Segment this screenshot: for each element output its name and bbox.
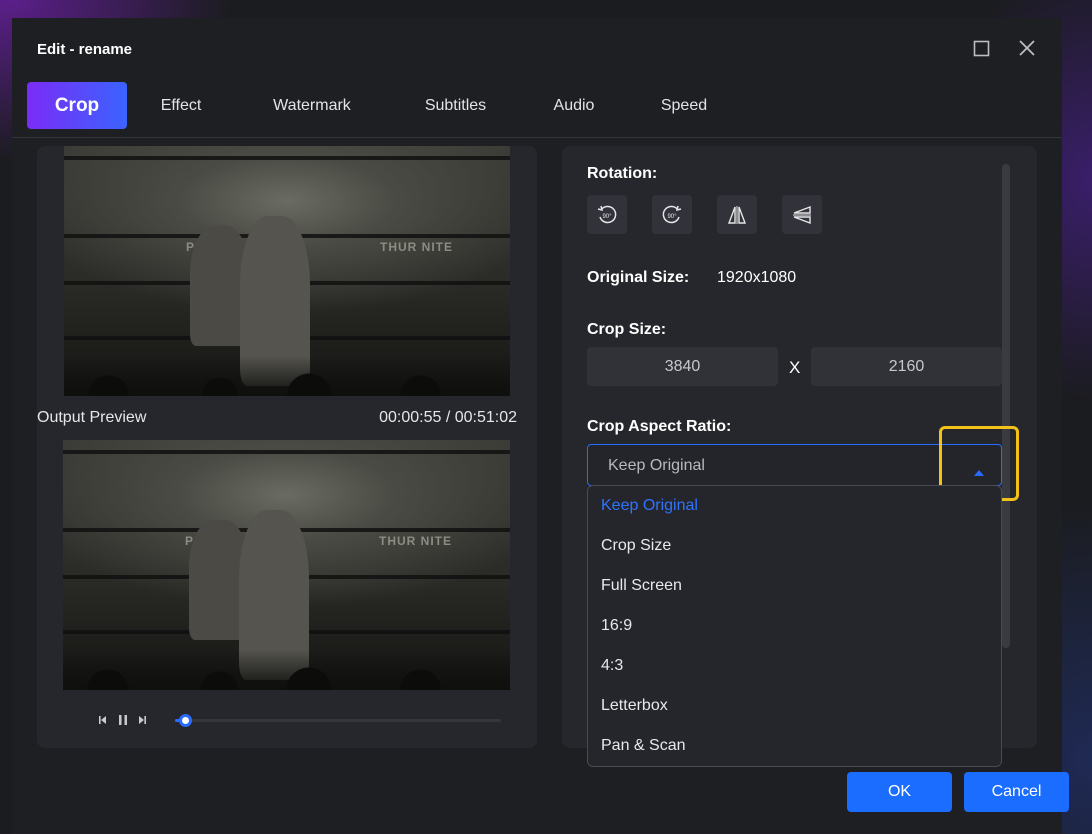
caret-up-icon[interactable] [974,463,984,481]
preview-panel: PRO THUR NITE PRO THUR NITE [37,146,537,748]
flip-horizontal-button[interactable] [717,195,757,234]
pause-icon[interactable] [117,713,129,731]
rotate-right-90-button[interactable]: 90° [652,195,692,234]
option-pan-scan[interactable]: Pan & Scan [588,726,1001,766]
option-crop-size[interactable]: Crop Size [588,526,1001,566]
original-size-label: Original Size: [587,269,690,286]
tab-speed[interactable]: Speed [649,82,719,129]
banner-text-right: THUR NITE [379,534,452,548]
banner-text-right: THUR NITE [380,240,453,254]
rotate-left-90-button[interactable]: 90° [587,195,627,234]
crop-width-input[interactable] [587,347,778,386]
settings-scrollbar[interactable] [1002,164,1010,648]
rotate-left-90-icon: 90° [597,205,617,224]
progress-thumb[interactable] [178,714,192,727]
tab-divider [12,137,1062,138]
option-4-3[interactable]: 4:3 [588,646,1001,686]
tab-watermark[interactable]: Watermark [258,82,366,129]
rotate-right-90-text: 90° [667,214,677,220]
crop-size-label: Crop Size: [587,321,667,338]
original-size-value: 1920x1080 [717,269,797,286]
progress-track[interactable] [175,714,501,727]
option-keep-original[interactable]: Keep Original [588,486,1001,526]
flip-horizontal-icon [727,206,747,224]
aspect-ratio-selected-value: Keep Original [608,457,705,474]
tab-crop[interactable]: Crop [27,82,127,129]
player-controls [37,700,537,740]
source-video[interactable]: PRO THUR NITE [64,146,510,396]
option-full-screen[interactable]: Full Screen [588,566,1001,606]
tab-bar: Crop Effect Watermark Subtitles Audio Sp… [0,82,1092,130]
flip-vertical-icon [793,205,811,225]
output-preview-label: Output Preview [37,409,147,426]
rotate-left-90-text: 90° [602,214,612,220]
dialog-title: Edit - rename [37,41,133,58]
crop-size-separator: X [789,358,801,377]
rotate-right-90-icon: 90° [662,205,682,224]
ok-button[interactable]: OK [847,772,952,812]
aspect-ratio-select[interactable]: Keep Original [587,444,1002,486]
option-16-9[interactable]: 16:9 [588,606,1001,646]
option-letterbox[interactable]: Letterbox [588,686,1001,726]
maximize-icon[interactable] [970,36,994,60]
aspect-ratio-dropdown: Keep Original Crop Size Full Screen 16:9… [587,485,1002,767]
tab-audio[interactable]: Audio [541,82,607,129]
close-icon[interactable] [1015,36,1039,60]
next-frame-icon[interactable] [137,713,147,731]
rotation-label: Rotation: [587,165,658,182]
output-video[interactable]: PRO THUR NITE [63,440,510,690]
flip-vertical-button[interactable] [782,195,822,234]
crop-aspect-ratio-label: Crop Aspect Ratio: [587,418,732,435]
previous-frame-icon[interactable] [98,713,108,731]
crop-height-input[interactable] [811,347,1002,386]
playback-time: 00:00:55 / 00:51:02 [379,409,517,426]
tab-subtitles[interactable]: Subtitles [412,82,499,129]
cancel-button[interactable]: Cancel [964,772,1069,812]
tab-effect[interactable]: Effect [147,82,215,129]
